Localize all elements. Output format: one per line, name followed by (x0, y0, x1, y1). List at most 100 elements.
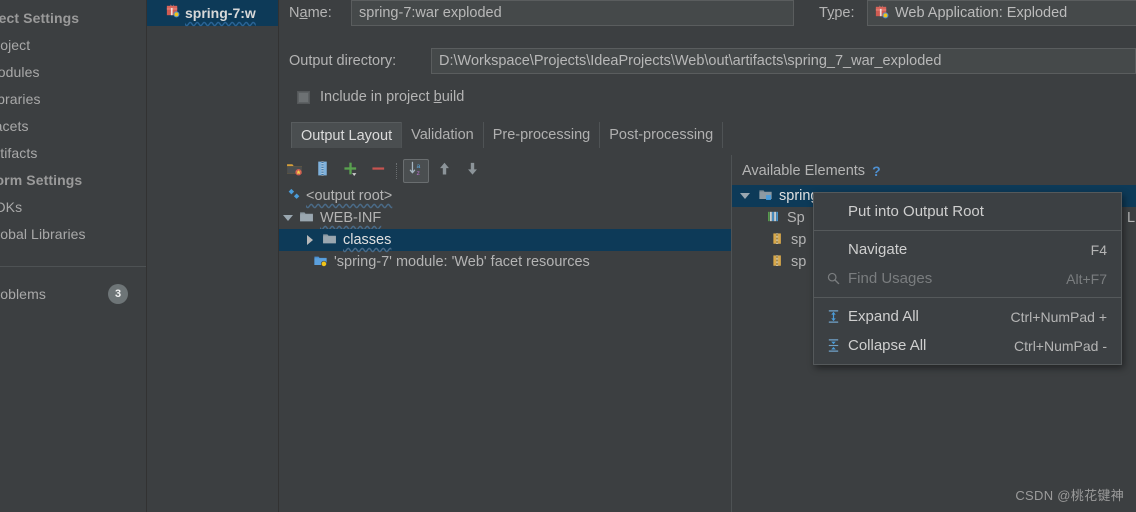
sidebar-item-modules[interactable]: Modules (0, 62, 144, 82)
type-combo[interactable]: Web Application: Exploded (867, 0, 1136, 26)
chevron-down-icon[interactable] (740, 193, 750, 199)
context-menu-item-put-into-output-root[interactable]: Put into Output Root (814, 197, 1121, 226)
artifact-list-item-label: spring-7:w (185, 5, 256, 21)
move-down-icon (464, 160, 481, 182)
type-label: Type: (819, 5, 855, 21)
jar-icon (770, 253, 786, 272)
tab-label: Pre-processing (492, 127, 591, 143)
context-menu-separator (814, 297, 1121, 298)
folder-icon (299, 209, 315, 228)
artifact-list-item-spring-7-war-exploded[interactable]: spring-7:w (147, 0, 278, 26)
tree-row-classes[interactable]: classes (279, 229, 731, 251)
checkbox-box-icon (297, 90, 310, 104)
help-icon[interactable]: ? (872, 163, 881, 179)
sidebar-item-project[interactable]: Project (0, 35, 144, 55)
context-menu-item-find-usages: Find Usages Alt+F7 (814, 264, 1121, 293)
remove-button[interactable] (365, 159, 391, 183)
find-usages-icon (822, 271, 844, 286)
context-menu-item-shortcut: Alt+F7 (1066, 270, 1107, 287)
svg-text:z: z (416, 170, 420, 177)
tree-row-label: classes (343, 232, 392, 248)
facet-resource-icon (313, 253, 329, 272)
sidebar-item-facets[interactable]: Facets (0, 116, 144, 136)
available-elements-header: Available Elements ? (742, 163, 881, 179)
context-menu-item-navigate[interactable]: Navigate F4 (814, 235, 1121, 264)
expand-all-icon (822, 309, 844, 324)
problems-count-badge: 3 (108, 284, 128, 304)
output-directory-label: Output directory: (289, 53, 397, 69)
sidebar-group-project-settings: oject Settings (0, 8, 144, 28)
context-menu-item-shortcut: F4 (1090, 241, 1107, 258)
sidebar-item-global-libraries[interactable]: Global Libraries (0, 224, 144, 244)
tab-pre-processing[interactable]: Pre-processing (482, 122, 601, 148)
sort-alphabetically-button[interactable]: a z (403, 159, 429, 183)
sidebar-item-label: Artifacts (0, 145, 38, 161)
tree-row-label: WEB-INF (320, 210, 382, 226)
move-up-button[interactable] (431, 159, 457, 183)
name-input[interactable]: spring-7:war exploded (351, 0, 794, 26)
sort-alphabetically-icon: a z (408, 160, 425, 182)
tree-row-output-root[interactable]: <output root> (279, 185, 731, 207)
context-menu-item-label: Collapse All (848, 337, 927, 354)
context-menu-item-label: Put into Output Root (848, 203, 984, 220)
tab-label: Validation (411, 127, 474, 143)
context-menu-item-collapse-all[interactable]: Collapse All Ctrl+NumPad - (814, 331, 1121, 360)
sidebar-item-sdks[interactable]: SDKs (0, 197, 144, 217)
name-label: Name: (289, 5, 332, 21)
sidebar-item-label: Facets (0, 118, 29, 134)
output-directory-input[interactable]: D:\Workspace\Projects\IdeaProjects\Web\o… (431, 48, 1136, 74)
web-artifact-icon (165, 3, 180, 23)
tab-label: Post-processing (609, 127, 714, 143)
tab-post-processing[interactable]: Post-processing (599, 122, 724, 148)
jar-icon (770, 231, 786, 250)
include-in-project-build-label: Include in project build (320, 89, 465, 105)
tree-row-web-inf[interactable]: WEB-INF (279, 207, 731, 229)
tab-output-layout[interactable]: Output Layout (291, 122, 403, 148)
sidebar-item-label: Libraries (0, 91, 41, 107)
context-menu-item-shortcut: Ctrl+NumPad + (1010, 308, 1107, 325)
context-menu: Put into Output Root Navigate F4 Find Us… (813, 192, 1122, 365)
available-elements-title: Available Elements (742, 163, 866, 179)
context-menu-item-label: Find Usages (848, 270, 933, 287)
move-up-icon (436, 160, 453, 182)
folder-icon (322, 231, 338, 250)
tree-row-facet-resources[interactable]: 'spring-7' module: 'Web' facet resources (279, 251, 731, 273)
remove-icon (370, 160, 387, 182)
available-row-clipped-text: L (1127, 207, 1136, 229)
detail-tabs: Output Layout Validation Pre-processing … (291, 122, 724, 148)
context-menu-separator (814, 230, 1121, 231)
settings-dialog: oject Settings Project Modules Libraries… (0, 0, 1136, 512)
context-menu-item-shortcut: Ctrl+NumPad - (1014, 337, 1107, 354)
create-directory-icon (286, 160, 303, 182)
chevron-down-icon[interactable] (283, 215, 293, 221)
sidebar-item-label: Global Libraries (0, 226, 86, 242)
available-row-label: sp (791, 232, 807, 248)
sidebar-item-artifacts[interactable]: Artifacts (0, 143, 144, 163)
chevron-right-icon[interactable] (307, 235, 313, 245)
context-menu-item-expand-all[interactable]: Expand All Ctrl+NumPad + (814, 302, 1121, 331)
tree-row-label: 'spring-7' module: 'Web' facet resources (334, 254, 590, 270)
move-down-button[interactable] (459, 159, 485, 183)
available-row-label: Sp (787, 210, 805, 226)
add-icon (342, 160, 359, 182)
toolbar-separator (396, 163, 398, 179)
sidebar-group-label: tform Settings (0, 172, 83, 188)
create-archive-button[interactable] (309, 159, 335, 183)
watermark: CSDN @桃花键神 (1015, 488, 1124, 503)
sidebar-divider (0, 266, 146, 267)
module-icon (758, 187, 774, 206)
sidebar-item-libraries[interactable]: Libraries (0, 89, 144, 109)
tab-validation[interactable]: Validation (401, 122, 484, 148)
output-root-icon (287, 187, 301, 205)
sidebar-group-platform-settings: tform Settings (0, 170, 144, 190)
context-menu-item-label: Navigate (848, 241, 908, 258)
tree-row-label: <output root> (306, 188, 393, 204)
sidebar-group-label: oject Settings (0, 10, 80, 26)
add-button[interactable] (337, 159, 363, 183)
include-in-project-build-checkbox[interactable]: Include in project build (297, 85, 464, 109)
create-directory-button[interactable] (281, 159, 307, 183)
tab-label: Output Layout (301, 127, 393, 144)
artifacts-list-panel: spring-7:w (147, 0, 279, 512)
settings-sidebar: oject Settings Project Modules Libraries… (0, 0, 147, 512)
create-archive-icon (314, 160, 331, 182)
